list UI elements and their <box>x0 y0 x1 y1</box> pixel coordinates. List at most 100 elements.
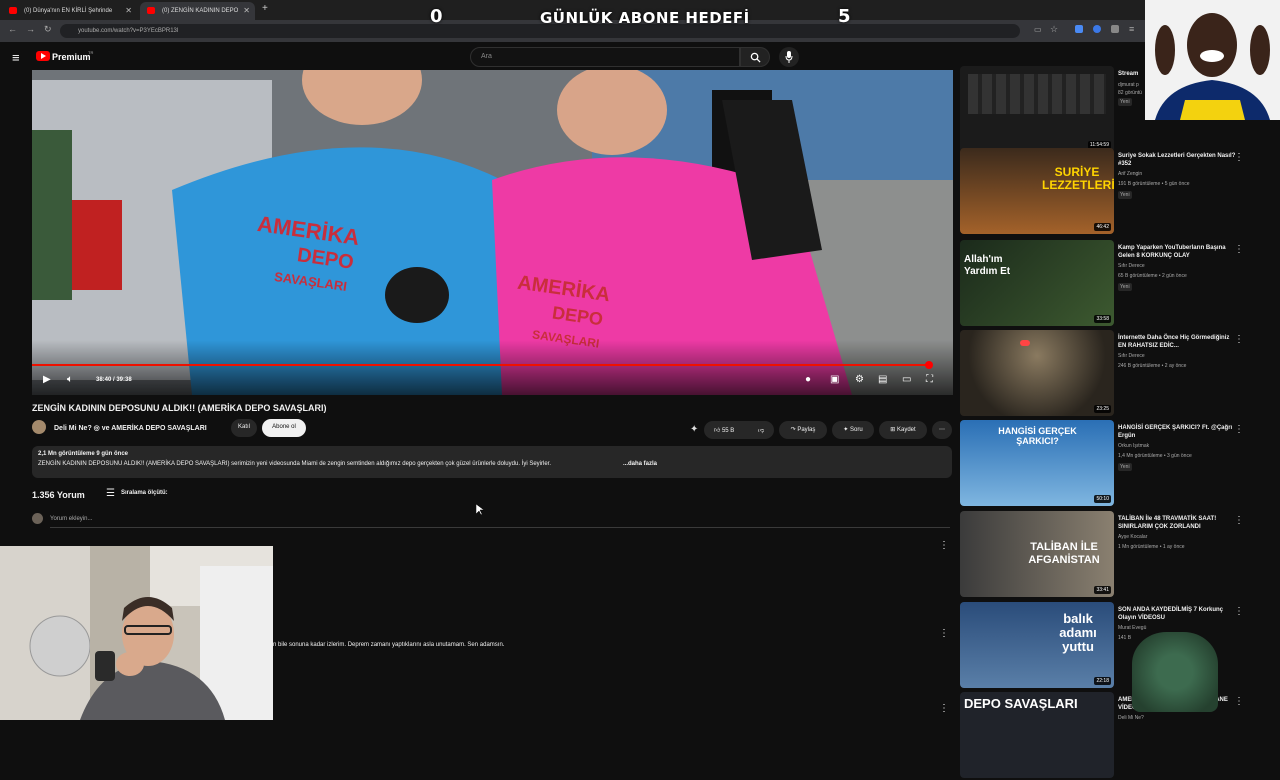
view-count: 141 B <box>1118 635 1132 641</box>
close-tab-icon[interactable]: ✕ <box>243 6 250 15</box>
comment-text: n bile sonuna kadar izlerim. Deprem zama… <box>273 642 505 648</box>
save-button[interactable]: ⊞ Kaydet <box>879 421 927 439</box>
thumbnail-graphic <box>1020 340 1030 346</box>
like-dislike-group[interactable]: 👍︎ 55 B 👎︎ <box>704 421 774 439</box>
add-comment-input[interactable]: Yorum ekleyin... <box>50 516 92 522</box>
recommended-video[interactable]: TALİBAN İLE AFGANİSTAN 33:41 TALİBAN İle… <box>960 511 1245 599</box>
subscribe-label: Abone ol <box>272 424 296 430</box>
thumbs-up-icon[interactable]: 👍︎ <box>714 428 720 434</box>
goal-title: GÜNLÜK ABONE HEDEFİ <box>540 9 750 27</box>
video-thumbnail[interactable]: SURİYE LEZZETLERİ 46:42 <box>960 148 1114 234</box>
description-box[interactable]: 2,1 Mn görüntüleme 9 gün önce ZENGİN KAD… <box>32 446 952 478</box>
save-icon: ⊞ <box>890 427 897 433</box>
comment-menu-icon[interactable]: ⋮ <box>939 628 949 639</box>
recommended-video[interactable]: HANGİSİ GERÇEK ŞARKICI? 50:10 HANGİSİ GE… <box>960 420 1245 508</box>
subscribe-button[interactable]: Abone ol <box>262 419 306 437</box>
play-icon[interactable]: ▶ <box>43 374 51 385</box>
more-options-icon[interactable]: ⋮ <box>1234 424 1244 435</box>
view-count: 65 B görüntüleme • 2 gün önce <box>1118 273 1187 279</box>
mouse-cursor-icon <box>476 504 484 516</box>
join-label: Katıl <box>237 424 250 430</box>
comment-count: 1.356 Yorum <box>32 490 85 500</box>
more-options-icon[interactable]: ⋮ <box>1234 696 1244 707</box>
recommended-video[interactable]: Allah'ım Yardım Et 33:58 Kamp Yaparken Y… <box>960 240 1245 328</box>
channel-name: Murat Evegü <box>1118 625 1147 631</box>
magic-icon[interactable]: ✦ <box>690 424 698 435</box>
cast-icon[interactable]: ▭ <box>902 374 911 385</box>
recommended-video[interactable]: 23:25 İnternette Daha Önce Hiç Görmediği… <box>960 330 1245 418</box>
user-avatar <box>32 513 43 524</box>
controls-gradient <box>32 340 953 395</box>
url-text: youtube.com/watch?v=P3YEcBPR13I <box>78 28 179 34</box>
reload-icon[interactable]: ↻ <box>44 24 52 35</box>
video-thumbnail[interactable]: DEPO SAVAŞLARI <box>960 692 1114 778</box>
extension-icon[interactable] <box>1111 25 1119 33</box>
channel-avatar[interactable] <box>32 420 46 434</box>
video-progress-bar[interactable] <box>32 364 930 366</box>
youtube-logo-icon[interactable] <box>36 51 50 61</box>
settings-gear-icon[interactable]: ⚙ <box>855 374 864 385</box>
cast-icon[interactable]: ▭ <box>1034 25 1042 34</box>
video-thumbnail[interactable]: 11:54:59 <box>960 66 1114 152</box>
bookmark-star-icon[interactable]: ☆ <box>1050 24 1058 35</box>
menu-icon[interactable]: ≡ <box>1129 24 1134 34</box>
search-input[interactable]: Ara <box>470 47 740 67</box>
subtitles-icon[interactable]: ▣ <box>830 374 839 385</box>
thumbnail-text: Allah'ım Yardım Et <box>964 254 1011 277</box>
streamer-webcam-bottom <box>0 546 273 720</box>
more-options-icon[interactable]: ⋮ <box>1234 606 1244 617</box>
more-options-icon[interactable]: ⋮ <box>1234 515 1244 526</box>
goal-target-count: 5 <box>838 6 851 27</box>
video-duration: 23:25 <box>1094 405 1111 413</box>
comment-menu-icon[interactable]: ⋮ <box>939 703 949 714</box>
miniplayer-icon[interactable]: ▤ <box>878 374 887 385</box>
video-title: HANGİSİ GERÇEK ŞARKICI? Ft. @Çağrı Ergün <box>1118 425 1233 439</box>
close-tab-icon[interactable]: ✕ <box>125 6 132 15</box>
more-options-icon[interactable]: ⋮ <box>1234 334 1244 345</box>
video-title: İnternette Daha Önce Hiç Görmediğiniz EN… <box>1118 335 1230 349</box>
show-more-link[interactable]: ...daha fazla <box>623 461 657 467</box>
search-icon <box>750 52 761 63</box>
extension-icon[interactable] <box>1093 25 1101 33</box>
browser-tab[interactable]: (0) Dünya'nın EN KİRLİ Şehrinde ✕ <box>2 2 137 20</box>
more-options-icon[interactable]: ⋮ <box>1234 152 1244 163</box>
video-thumbnail[interactable]: 23:25 <box>960 330 1114 416</box>
comment-menu-icon[interactable]: ⋮ <box>939 540 949 551</box>
search-button[interactable] <box>740 47 770 67</box>
ask-button[interactable]: ✦ Soru <box>832 421 874 439</box>
thumbs-down-icon[interactable]: 👎︎ <box>758 426 764 434</box>
progress-scrubber[interactable] <box>925 361 933 369</box>
video-thumbnail[interactable]: HANGİSİ GERÇEK ŞARKICI? 50:10 <box>960 420 1114 506</box>
country-code: TR <box>88 50 94 55</box>
description-text: ZENGİN KADININ DEPOSUNU ALDIK!! (AMERİKA… <box>38 461 551 467</box>
sort-icon[interactable]: ☰ <box>106 488 115 499</box>
video-player[interactable]: AMERİKA DEPO SAVAŞLARI AMERİKA DEPO SAVA… <box>32 70 953 395</box>
voice-search-button[interactable] <box>779 47 799 67</box>
volume-icon[interactable]: 🔈︎ <box>67 374 73 385</box>
extension-icon[interactable] <box>1075 25 1083 33</box>
youtube-favicon-icon <box>147 7 155 14</box>
sort-label[interactable]: Sıralama ölçütü: <box>121 490 168 496</box>
video-thumbnail[interactable]: balık adamı yuttu 22:18 <box>960 602 1114 688</box>
video-duration: 46:42 <box>1094 223 1111 231</box>
webcam-image <box>1145 0 1280 120</box>
more-actions-button[interactable]: ⋯ <box>932 421 952 439</box>
video-thumbnail[interactable]: TALİBAN İLE AFGANİSTAN 33:41 <box>960 511 1114 597</box>
join-button[interactable]: Katıl <box>231 419 257 437</box>
back-icon[interactable]: ← <box>8 24 17 34</box>
browser-tab-active[interactable]: (0) ZENGİN KADININ DEPO ✕ <box>140 2 255 20</box>
fullscreen-icon[interactable]: ⛶ <box>926 374 933 385</box>
recommended-video[interactable]: SURİYE LEZZETLERİ 46:42 Suriye Sokak Lez… <box>960 148 1245 236</box>
hamburger-menu-icon[interactable]: ≡ <box>12 50 20 65</box>
forward-icon[interactable]: → <box>26 24 35 34</box>
share-button[interactable]: ↷ Paylaş <box>779 421 827 439</box>
channel-name: Sıfır Derece <box>1118 353 1145 359</box>
channel-name[interactable]: Deli Mi Ne? ◎ ve AMERİKA DEPO SAVAŞLARI <box>54 424 207 432</box>
new-tab-button[interactable]: + <box>262 3 268 14</box>
views-and-date: 2,1 Mn görüntüleme 9 gün önce <box>38 451 129 457</box>
time-display: 38:40 / 39:38 <box>96 377 132 383</box>
video-thumbnail[interactable]: Allah'ım Yardım Et 33:58 <box>960 240 1114 326</box>
autoplay-toggle-icon[interactable]: ● <box>805 374 811 385</box>
more-options-icon[interactable]: ⋮ <box>1234 244 1244 255</box>
video-duration: 50:10 <box>1094 495 1111 503</box>
